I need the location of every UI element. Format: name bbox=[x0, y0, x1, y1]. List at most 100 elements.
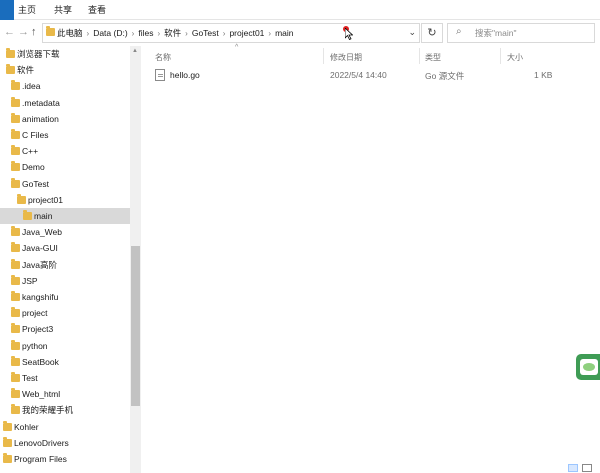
nav-item[interactable]: Java高阶 bbox=[0, 257, 130, 273]
sort-arrow-icon: ^ bbox=[235, 44, 239, 51]
tiles-view-icon[interactable] bbox=[582, 464, 592, 472]
breadcrumb-separator-icon[interactable]: › bbox=[223, 29, 226, 38]
folder-icon bbox=[11, 388, 20, 399]
folder-icon bbox=[11, 226, 20, 237]
folder-icon bbox=[11, 307, 20, 318]
nav-item-label: Kohler bbox=[14, 421, 39, 432]
tab-share[interactable]: 共享 bbox=[54, 0, 72, 20]
breadcrumb-separator-icon[interactable]: › bbox=[185, 29, 188, 38]
folder-icon bbox=[3, 420, 12, 431]
nav-item[interactable]: main bbox=[0, 208, 130, 224]
forward-arrow-icon[interactable]: → bbox=[18, 26, 29, 38]
breadcrumb-separator-icon[interactable]: › bbox=[87, 29, 90, 38]
nav-item-label: main bbox=[34, 211, 53, 221]
nav-item-label: SeatBook bbox=[22, 356, 59, 367]
column-header-name[interactable]: 名称 bbox=[155, 52, 171, 63]
breadcrumb-item[interactable]: Data (D:) bbox=[93, 28, 127, 38]
folder-icon bbox=[11, 112, 20, 123]
search-input[interactable]: ⌕ 搜索"main" bbox=[447, 23, 595, 43]
nav-item[interactable]: 软件 bbox=[0, 62, 130, 78]
folder-icon bbox=[11, 129, 20, 139]
folder-icon bbox=[3, 436, 12, 447]
nav-item[interactable]: SeatBook bbox=[0, 354, 130, 370]
column-header-size[interactable]: 大小 bbox=[507, 52, 523, 63]
nav-scrollbar[interactable]: ▲ bbox=[130, 46, 141, 473]
nav-item-label: Project3 bbox=[22, 324, 54, 335]
nav-item[interactable]: Test bbox=[0, 370, 130, 386]
breadcrumb-item[interactable]: files bbox=[138, 28, 153, 38]
chevron-down-icon[interactable]: ⌄ bbox=[408, 27, 416, 38]
nav-item-label: C++ bbox=[22, 146, 39, 157]
folder-icon bbox=[46, 26, 55, 36]
file-name: hello.go bbox=[170, 70, 200, 80]
nav-item[interactable]: project01 bbox=[0, 192, 130, 208]
nav-item[interactable]: 我的荣耀手机 bbox=[0, 402, 130, 418]
nav-item-label: 软件 bbox=[17, 65, 35, 76]
nav-item[interactable]: Program Files bbox=[0, 451, 130, 467]
nav-item[interactable]: Java-GUI bbox=[0, 240, 130, 256]
breadcrumb-item[interactable]: project01 bbox=[229, 28, 264, 38]
column-header-date[interactable]: 修改日期 bbox=[330, 52, 362, 63]
nav-item[interactable]: LenovoDrivers bbox=[0, 435, 130, 451]
nav-item[interactable]: .metadata bbox=[0, 95, 130, 111]
column-header-type[interactable]: 类型 bbox=[425, 52, 441, 63]
nav-item-label: project bbox=[22, 308, 48, 319]
file-row[interactable]: hello.go 2022/5/4 14:40 Go 源文件 1 KB bbox=[146, 66, 556, 84]
breadcrumb-item[interactable]: main bbox=[275, 28, 293, 38]
nav-item[interactable]: Web_html bbox=[0, 386, 130, 402]
details-view-icon[interactable] bbox=[568, 464, 578, 472]
breadcrumb-separator-icon[interactable]: › bbox=[157, 29, 160, 38]
nav-item-label: LenovoDrivers bbox=[14, 437, 69, 448]
scrollbar-thumb[interactable] bbox=[131, 246, 140, 406]
breadcrumb-item[interactable]: GoTest bbox=[192, 28, 219, 38]
back-arrow-icon[interactable]: ← bbox=[4, 26, 15, 38]
breadcrumb-separator-icon[interactable]: › bbox=[132, 29, 135, 38]
nav-item-label: JSP bbox=[22, 275, 38, 286]
nav-item-label: .idea bbox=[22, 81, 41, 92]
ribbon: 主页 共享 查看 bbox=[0, 0, 600, 20]
folder-icon bbox=[11, 339, 20, 350]
file-size: 1 KB bbox=[534, 70, 553, 80]
address-bar[interactable]: 此电脑 › Data (D:) › files › 软件 › GoTest › project01 ›… bbox=[42, 23, 420, 43]
nav-item[interactable]: 浏览器下载 bbox=[0, 46, 130, 62]
navigation-pane: 浏览器下载软件 .idea .metadata animation C Files C++… bbox=[0, 46, 141, 473]
folder-icon bbox=[11, 291, 20, 301]
column-divider[interactable] bbox=[419, 48, 420, 64]
tab-view[interactable]: 查看 bbox=[88, 0, 106, 20]
nav-item[interactable]: python bbox=[0, 338, 130, 354]
nav-item[interactable]: Kohler bbox=[0, 419, 130, 435]
tab-home[interactable]: 主页 bbox=[18, 0, 36, 20]
nav-item[interactable]: Project3 bbox=[0, 321, 130, 337]
folder-icon bbox=[11, 355, 20, 366]
nav-item-label: Demo bbox=[22, 162, 45, 173]
nav-item[interactable]: project bbox=[0, 305, 130, 321]
nav-item[interactable]: Java_Web bbox=[0, 224, 130, 240]
folder-icon bbox=[11, 161, 20, 172]
nav-item-label: Test bbox=[22, 373, 38, 383]
file-tab[interactable] bbox=[0, 0, 14, 20]
file-date: 2022/5/4 14:40 bbox=[330, 70, 387, 80]
nav-item[interactable]: animation bbox=[0, 111, 130, 127]
nav-item[interactable]: JSP bbox=[0, 273, 130, 289]
refresh-button[interactable]: ↻ bbox=[421, 23, 443, 43]
nav-item[interactable]: C Files bbox=[0, 127, 130, 143]
nav-item[interactable]: GoTest bbox=[0, 176, 130, 192]
nav-item-label: Java高阶 bbox=[22, 259, 57, 270]
breadcrumb-item[interactable]: 软件 bbox=[164, 28, 181, 38]
folder-icon bbox=[3, 453, 12, 463]
scroll-up-icon[interactable]: ▲ bbox=[132, 48, 138, 54]
nav-item-label: python bbox=[22, 340, 48, 351]
column-divider[interactable] bbox=[323, 48, 324, 64]
nav-item[interactable]: Demo bbox=[0, 159, 130, 175]
nav-item[interactable]: kangshifu bbox=[0, 289, 130, 305]
column-divider[interactable] bbox=[500, 48, 501, 64]
nav-item-label: Program Files bbox=[14, 454, 67, 464]
nav-item[interactable]: .idea bbox=[0, 78, 130, 94]
floating-widget[interactable] bbox=[576, 354, 600, 380]
folder-icon bbox=[6, 64, 15, 75]
nav-item[interactable]: C++ bbox=[0, 143, 130, 159]
breadcrumb-separator-icon[interactable]: › bbox=[268, 29, 271, 38]
nav-item-label: Web_html bbox=[22, 389, 61, 400]
up-arrow-icon[interactable]: ↑ bbox=[31, 26, 37, 38]
breadcrumb-item[interactable]: 此电脑 bbox=[57, 28, 83, 38]
